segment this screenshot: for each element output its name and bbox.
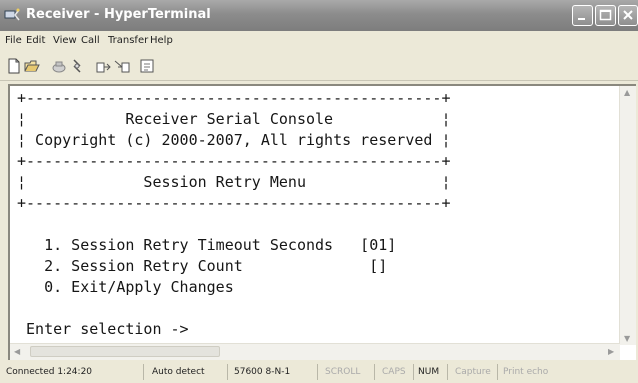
terminal-line: ¦ Copyright (c) 2000-2007, All rights re…: [17, 131, 451, 149]
terminal-line: ¦ Session Retry Menu ¦: [17, 173, 451, 191]
terminal-line: +---------------------------------------…: [17, 152, 451, 170]
terminal-window[interactable]: +---------------------------------------…: [8, 84, 636, 360]
menu-option-1: 1. Session Retry Timeout Seconds [01]: [17, 236, 397, 254]
maximize-button[interactable]: [595, 5, 616, 26]
status-num: NUM: [418, 364, 448, 380]
open-icon[interactable]: [23, 57, 41, 75]
menu-bar: File Edit View Call Transfer Help: [0, 31, 638, 53]
selection-prompt: Enter selection ->: [17, 320, 189, 338]
status-bar: Connected 1:24:20 Auto detect 57600 8-N-…: [0, 361, 638, 383]
menu-edit[interactable]: Edit: [26, 35, 45, 46]
terminal-line: +---------------------------------------…: [17, 89, 451, 107]
toolbar: [0, 53, 638, 81]
status-capture: Capture: [455, 364, 498, 380]
send-icon[interactable]: [95, 57, 113, 75]
menu-transfer[interactable]: Transfer: [108, 35, 148, 46]
status-caps: CAPS: [382, 364, 414, 380]
menu-option-2: 2. Session Retry Count []: [17, 257, 388, 275]
menu-help[interactable]: Help: [150, 35, 173, 46]
status-port-settings: 57600 8-N-1: [234, 364, 318, 380]
terminal-screen: +---------------------------------------…: [17, 88, 450, 340]
minimize-icon: [578, 18, 585, 20]
status-detect: Auto detect: [152, 364, 228, 380]
menu-file[interactable]: File: [5, 35, 22, 46]
hyperterminal-icon: [4, 8, 20, 21]
minimize-button[interactable]: [572, 5, 593, 26]
disconnect-icon[interactable]: [68, 57, 86, 75]
receive-icon[interactable]: [113, 57, 131, 75]
menu-option-0: 0. Exit/Apply Changes: [17, 278, 234, 296]
connect-icon[interactable]: [50, 57, 68, 75]
scroll-up-icon[interactable]: ▲: [624, 88, 630, 97]
terminal-line: ¦ Receiver Serial Console ¦: [17, 110, 451, 128]
properties-icon[interactable]: [138, 57, 156, 75]
vertical-scrollbar[interactable]: ▲ ▼: [619, 86, 636, 345]
status-print-echo: Print echo: [503, 367, 549, 377]
status-scroll: SCROLL: [325, 364, 375, 380]
menu-view[interactable]: View: [53, 35, 77, 46]
status-connected: Connected 1:24:20: [6, 364, 144, 380]
title-bar: Receiver - HyperTerminal: [0, 0, 638, 31]
menu-call[interactable]: Call: [81, 35, 100, 46]
scroll-down-icon[interactable]: ▼: [624, 334, 630, 343]
horizontal-scrollbar[interactable]: ◀ ▶: [10, 343, 620, 360]
close-button[interactable]: [618, 5, 638, 26]
scroll-right-icon[interactable]: ▶: [608, 347, 614, 356]
scroll-left-icon[interactable]: ◀: [14, 347, 20, 356]
maximize-icon: [599, 9, 612, 21]
close-icon: [623, 10, 633, 20]
terminal-line: +---------------------------------------…: [17, 194, 451, 212]
new-icon[interactable]: [5, 57, 23, 75]
scroll-thumb[interactable]: [30, 346, 220, 357]
window-title: Receiver - HyperTerminal: [26, 7, 211, 22]
